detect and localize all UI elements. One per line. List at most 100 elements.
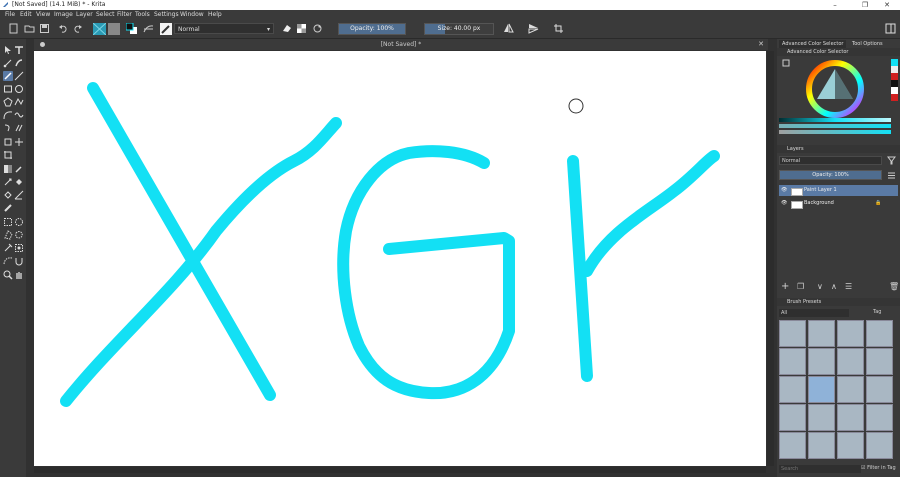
freehand-path-icon[interactable]	[14, 110, 24, 120]
zoom-tool-icon[interactable]	[3, 270, 13, 280]
bezier-curve-icon[interactable]	[3, 110, 13, 120]
multibrush-icon[interactable]	[14, 123, 24, 133]
select-shapes-icon[interactable]	[3, 45, 13, 55]
smart-patch-icon[interactable]	[3, 177, 13, 187]
redo-icon[interactable]	[72, 23, 83, 34]
menu-image[interactable]: Image	[54, 11, 73, 18]
freehand-brush-icon[interactable]	[3, 71, 13, 81]
dynamic-brush-icon[interactable]	[3, 123, 13, 133]
eraser-icon[interactable]	[281, 23, 292, 34]
transform-tool-icon[interactable]	[3, 137, 13, 147]
brush-preset[interactable]	[866, 348, 893, 375]
move-up-icon[interactable]: ∧	[831, 282, 837, 291]
ellipse-tool-icon[interactable]	[14, 84, 24, 94]
line-tool-icon[interactable]	[14, 71, 24, 81]
size-slider[interactable]: Size: 40.00 px	[424, 23, 494, 35]
text-tool-icon[interactable]	[14, 45, 24, 55]
fill-pattern-icon[interactable]	[93, 23, 106, 35]
close-button[interactable]: ✕	[874, 0, 900, 10]
brush-preset[interactable]	[808, 348, 835, 375]
new-document-icon[interactable]	[8, 23, 19, 34]
filter-icon[interactable]	[887, 156, 896, 165]
magnetic-select-icon[interactable]	[14, 256, 24, 266]
brush-settings-icon[interactable]	[143, 23, 154, 34]
wrap-around-icon[interactable]	[553, 23, 564, 34]
vertical-scrollbar[interactable]	[767, 51, 774, 466]
saturation-slider[interactable]	[779, 124, 891, 128]
freehand-select-icon[interactable]	[14, 230, 24, 240]
crop-tool-icon[interactable]	[3, 150, 13, 160]
layer-row[interactable]: 👁 Paint Layer 1	[779, 185, 898, 196]
rect-select-icon[interactable]	[3, 217, 13, 227]
brush-preset[interactable]	[837, 348, 864, 375]
menu-layer[interactable]: Layer	[76, 11, 93, 18]
lock-icon[interactable]: 🔒	[875, 198, 881, 209]
preserve-alpha-icon[interactable]	[296, 23, 307, 34]
color-wheel[interactable]	[805, 59, 865, 119]
duplicate-layer-icon[interactable]: ❐	[797, 282, 804, 291]
polyline-tool-icon[interactable]	[14, 97, 24, 107]
brush-preset[interactable]	[837, 320, 864, 347]
tab-tool-options[interactable]: Tool Options	[849, 40, 886, 48]
menu-window[interactable]: Window	[180, 11, 204, 18]
fill-bucket-icon[interactable]	[3, 190, 13, 200]
fg-bg-color-icon[interactable]	[126, 23, 137, 34]
layer-row[interactable]: 👁 Background 🔒	[779, 198, 898, 209]
brush-filter-select[interactable]: All	[779, 309, 849, 317]
gradient-swatch[interactable]	[108, 23, 120, 35]
delete-layer-icon[interactable]: 🗑	[889, 282, 899, 291]
menu-select[interactable]: Select	[96, 11, 115, 18]
brush-search-input[interactable]	[779, 465, 861, 473]
close-document-icon[interactable]: ✕	[758, 40, 764, 48]
brush-preset[interactable]	[837, 376, 864, 403]
mirror-vertical-icon[interactable]	[528, 23, 539, 34]
calligraphy-icon[interactable]	[14, 58, 24, 68]
brush-preset[interactable]	[779, 320, 806, 347]
menu-edit[interactable]: Edit	[20, 11, 32, 18]
filter-in-tag-checkbox[interactable]: ☑ Filter in Tag	[861, 465, 896, 471]
brush-preset[interactable]	[779, 432, 806, 459]
brush-preset[interactable]	[866, 432, 893, 459]
mirror-horizontal-icon[interactable]	[503, 23, 514, 34]
polygon-select-icon[interactable]	[3, 230, 13, 240]
layer-properties-icon[interactable]: ☰	[845, 282, 852, 291]
blend-mode-select[interactable]: Normal ▾	[174, 23, 274, 34]
undo-icon[interactable]	[58, 23, 69, 34]
move-down-icon[interactable]: ∨	[817, 282, 823, 291]
menu-view[interactable]: View	[36, 11, 50, 18]
brush-preset[interactable]	[808, 320, 835, 347]
tab-advanced-color-selector[interactable]: Advanced Color Selector	[779, 40, 847, 48]
horizontal-scrollbar[interactable]	[34, 467, 766, 473]
pan-tool-icon[interactable]	[14, 270, 24, 280]
hue-slider[interactable]	[779, 130, 891, 134]
rectangle-tool-icon[interactable]	[3, 84, 13, 94]
color-picker-icon[interactable]	[14, 164, 24, 174]
menu-settings[interactable]: Settings	[154, 11, 179, 18]
brush-preset[interactable]	[866, 404, 893, 431]
brush-preset[interactable]	[866, 320, 893, 347]
brush-preset-selected[interactable]	[808, 376, 835, 403]
minimize-button[interactable]: –	[822, 0, 848, 10]
color-settings-icon[interactable]	[782, 59, 790, 67]
bezier-select-icon[interactable]	[3, 256, 13, 266]
open-folder-icon[interactable]	[24, 23, 35, 34]
ellipse-select-icon[interactable]	[14, 217, 24, 227]
tag-button[interactable]: Tag	[873, 309, 881, 315]
opacity-slider[interactable]: Opacity: 100%	[338, 23, 406, 35]
menu-filter[interactable]: Filter	[117, 11, 132, 18]
contiguous-select-icon[interactable]	[3, 243, 13, 253]
brush-preset[interactable]	[779, 376, 806, 403]
eye-icon[interactable]: 👁	[781, 185, 787, 196]
polygon-tool-icon[interactable]	[3, 97, 13, 107]
move-tool-icon[interactable]	[14, 137, 24, 147]
value-slider[interactable]	[779, 118, 891, 122]
brush-preset-button[interactable]	[160, 23, 172, 35]
menu-tools[interactable]: Tools	[135, 11, 150, 18]
brush-preset[interactable]	[837, 432, 864, 459]
add-layer-icon[interactable]: +	[781, 281, 789, 292]
workspace-switcher-icon[interactable]	[885, 23, 896, 34]
menu-file[interactable]: File	[5, 11, 15, 18]
layer-opacity-slider[interactable]: Opacity: 100%	[779, 170, 882, 180]
layer-blend-mode-select[interactable]: Normal	[779, 156, 882, 165]
reload-preset-icon[interactable]	[312, 23, 323, 34]
